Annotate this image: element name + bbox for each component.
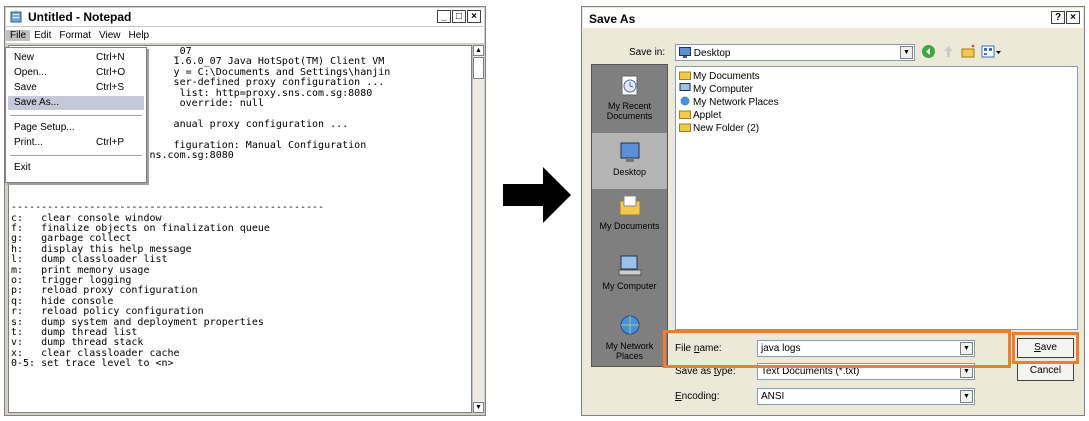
encoding-label: Encoding: (675, 391, 720, 402)
file-list[interactable]: My Documents My Computer My Network Plac… (675, 66, 1078, 330)
place-desktop[interactable]: Desktop (592, 133, 667, 189)
new-folder-icon[interactable] (961, 44, 976, 59)
menu-separator (10, 115, 142, 116)
list-item[interactable]: Applet (679, 109, 721, 121)
places-bar: My Recent Documents Desktop My Documents… (591, 64, 668, 367)
encoding-dropdown[interactable]: ANSI ▼ (757, 388, 975, 405)
save-button-highlight (1012, 332, 1079, 364)
file-name-highlight (663, 330, 1011, 368)
computer-icon (679, 83, 691, 91)
scroll-up-button[interactable]: ▲ (473, 45, 484, 56)
folder-icon (679, 71, 691, 80)
menu-edit[interactable]: Edit (30, 30, 55, 41)
menu-item-open[interactable]: Open... Ctrl+O (8, 66, 144, 80)
network-places-icon (680, 96, 690, 106)
list-item[interactable]: New Folder (2) (679, 122, 759, 134)
menu-separator (10, 155, 142, 156)
notepad-title: Untitled - Notepad (28, 10, 132, 24)
menu-help[interactable]: Help (125, 30, 154, 41)
menu-item-new[interactable]: New Ctrl+N (8, 51, 144, 65)
menu-item-exit[interactable]: Exit (8, 161, 144, 175)
place-my-recent-documents[interactable]: My Recent Documents (592, 73, 667, 121)
menu-file[interactable]: File (6, 29, 31, 41)
menu-item-save-as[interactable]: Save As... (8, 96, 144, 110)
back-icon[interactable] (921, 44, 936, 59)
network-places-icon (620, 315, 639, 335)
help-button[interactable]: ? (1051, 11, 1065, 24)
save-in-value: Desktop (693, 48, 731, 59)
encoding-value: ANSI (761, 391, 785, 402)
notepad-scrollbar[interactable]: ▲ ▼ (472, 45, 484, 413)
list-item[interactable]: My Documents (679, 70, 760, 82)
dialog-toolbar (921, 44, 1003, 59)
notepad-menubar: File Edit Format View Help (6, 27, 484, 43)
right-arrow-icon (503, 167, 571, 223)
dialog-title-bar: Save As ? × (583, 8, 1083, 28)
menu-item-page-setup[interactable]: Page Setup... (8, 121, 144, 135)
save-in-dropdown[interactable]: Desktop ▼ (675, 44, 915, 61)
chevron-down-icon[interactable]: ▼ (960, 390, 973, 403)
place-my-computer[interactable]: My Computer (592, 253, 667, 291)
dialog-close-button[interactable]: × (1066, 11, 1080, 24)
list-item[interactable]: My Network Places (679, 96, 779, 108)
minimize-button[interactable]: _ (437, 10, 451, 23)
save-in-label: Save in: (629, 47, 666, 58)
menu-view[interactable]: View (95, 30, 125, 41)
place-my-network-places[interactable]: My Network Places (592, 313, 667, 361)
folder-icon (679, 123, 691, 132)
recent-documents-icon (621, 75, 637, 96)
desktop-icon (620, 142, 639, 162)
save-as-dialog: Save As ? × Save in: Desktop ▼ My Recent… (581, 6, 1085, 416)
place-my-documents[interactable]: My Documents (592, 193, 667, 231)
dialog-title: Save As (589, 12, 636, 26)
notepad-title-bar: Untitled - Notepad _ □ × (6, 8, 484, 27)
close-button[interactable]: × (467, 10, 481, 23)
my-documents-icon (619, 195, 640, 216)
menu-format[interactable]: Format (55, 30, 95, 41)
file-menu-dropdown: New Ctrl+N Open... Ctrl+O Save Ctrl+S Save … (5, 47, 147, 183)
views-menu-icon[interactable] (981, 44, 1003, 59)
notepad-icon (10, 11, 22, 23)
computer-icon (618, 255, 641, 276)
scroll-down-button[interactable]: ▼ (473, 402, 484, 413)
folder-icon (679, 110, 691, 119)
cancel-button[interactable]: Cancel (1017, 361, 1074, 381)
maximize-button[interactable]: □ (452, 10, 466, 23)
menu-item-save[interactable]: Save Ctrl+S (8, 81, 144, 95)
menu-item-print[interactable]: Print... Ctrl+P (8, 136, 144, 150)
up-folder-icon[interactable] (941, 44, 956, 59)
list-item[interactable]: My Computer (679, 83, 753, 95)
desktop-icon (679, 47, 691, 58)
scroll-thumb[interactable] (473, 57, 484, 79)
chevron-down-icon[interactable]: ▼ (900, 46, 913, 59)
